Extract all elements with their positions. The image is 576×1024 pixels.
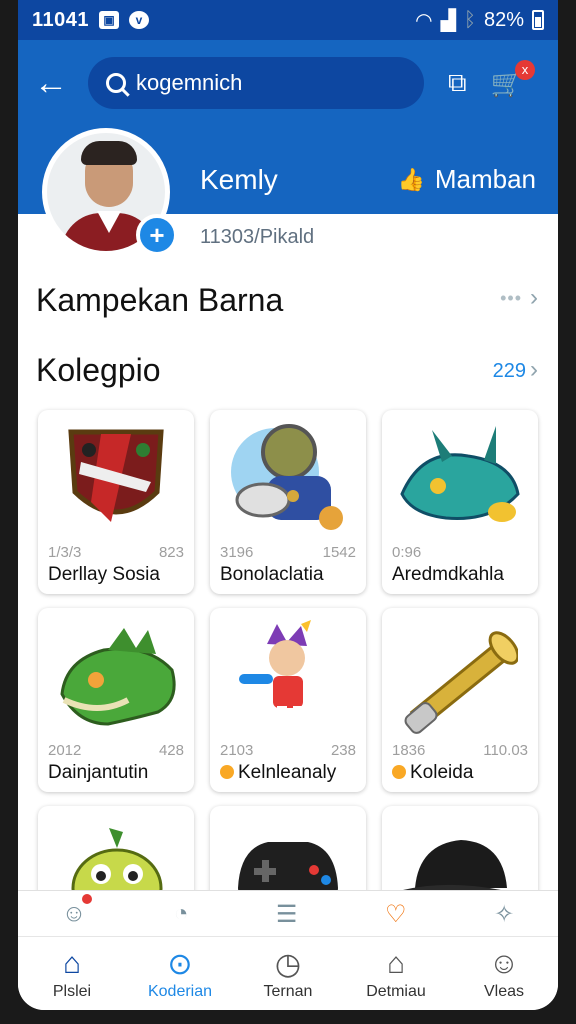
- card-image: [220, 420, 356, 540]
- card-title-row: Aredmdkahla: [392, 564, 504, 586]
- add-photo-button[interactable]: +: [136, 214, 178, 256]
- puzzle-icon[interactable]: ✧: [494, 900, 514, 929]
- card-title-row: Derllay Sosia: [48, 564, 160, 586]
- card-stat-left: 3196: [220, 544, 254, 561]
- card-stat-right: 238: [330, 742, 356, 759]
- card-stats: 2103 238: [220, 742, 356, 759]
- search-input[interactable]: kogemnich: [88, 57, 424, 109]
- card-stat-right: 110.03: [483, 742, 528, 759]
- battery-text: 82%: [483, 8, 524, 31]
- signal-icon: ▟: [440, 9, 456, 32]
- card-stats: 3196 1542: [220, 544, 356, 561]
- card-title-row: Bonolaclatia: [220, 564, 324, 586]
- nav-item-history[interactable]: ◷ Ternan: [238, 937, 338, 1010]
- status-time: 11041: [32, 8, 90, 31]
- card-stat-left: 2103: [220, 742, 254, 759]
- cart-badge: x: [514, 59, 535, 80]
- coin-icon: [392, 765, 406, 779]
- back-button[interactable]: ←: [34, 64, 70, 103]
- card-image: [48, 420, 184, 540]
- cart-button[interactable]: 🛒 x: [491, 59, 535, 99]
- card-stat-right: 823: [158, 544, 184, 561]
- thumbs-up-icon: 👍: [397, 166, 425, 192]
- location-icon[interactable]: ♡: [385, 900, 407, 929]
- scan-button[interactable]: ⧉: [448, 67, 467, 99]
- chevron-right-icon[interactable]: ›: [530, 284, 538, 312]
- collection-card[interactable]: 3196 1542 Bonolaclatia: [210, 410, 366, 594]
- wifi-icon: ◠: [415, 9, 433, 32]
- profile-name: Kemly: [200, 164, 278, 195]
- gallery-icon: ▣: [99, 11, 120, 29]
- collection-count: 229: [492, 360, 526, 382]
- emoji-icon[interactable]: ☺: [62, 894, 93, 928]
- card-stat-left: 1836: [392, 742, 426, 759]
- nav-label: Plslei: [52, 983, 92, 1000]
- card-image: [48, 618, 184, 738]
- home-icon: ⌂: [62, 947, 82, 980]
- more-icon: •••: [500, 288, 522, 308]
- card-stat-right: 1542: [322, 544, 356, 561]
- app-bar: ← kogemnich ⧉ 🛒 x: [18, 40, 558, 126]
- nav-item-home[interactable]: ⌂ Plslei: [22, 937, 122, 1010]
- nav-item-profile[interactable]: ☺ Vleas: [454, 937, 554, 1010]
- history-icon[interactable]: ◔: [174, 900, 189, 928]
- clock-icon: ◷: [274, 948, 302, 981]
- card-title-row: Dainjantutin: [48, 762, 148, 784]
- battery-icon: [532, 10, 544, 30]
- bluetooth-icon: ᛒ: [463, 8, 476, 31]
- search-icon: [106, 73, 126, 93]
- nav-label: Koderian: [147, 983, 213, 1000]
- secondary-toolbar: ☺ ◔ ☰ ♡ ✧: [18, 890, 558, 937]
- nav-label: Ternan: [263, 983, 313, 1000]
- phone-screen: 11041 ▣ v ◠ ▟ ᛒ 82% ← kogemnich ⧉ 🛒 x + K…: [18, 0, 558, 1010]
- card-title: Derllay Sosia: [48, 564, 160, 585]
- recent-section-title[interactable]: Kampekan Barna: [36, 282, 283, 319]
- card-stats: 1836 110.03: [392, 742, 528, 759]
- member-label: Mamban: [434, 164, 536, 194]
- collection-count-link[interactable]: 229 ›: [493, 356, 538, 384]
- card-image: [392, 618, 528, 738]
- collection-card[interactable]: 1836 110.03 Koleida: [382, 608, 538, 792]
- card-title: Bonolaclatia: [220, 564, 324, 585]
- card-stats: 0:96: [392, 544, 528, 561]
- card-title-row: Kelnleanaly: [220, 762, 336, 784]
- user-id: 11303/Pikald: [200, 226, 315, 248]
- collection-card[interactable]: 2103 238 Kelnleanaly: [210, 608, 366, 792]
- card-title: Kelnleanaly: [238, 762, 337, 783]
- bottom-nav: ⌂ Plslei ⊙ Koderian ◷ Ternan ⌂ Detmiau ☺…: [18, 936, 558, 1010]
- nav-label: Vleas: [483, 983, 525, 1000]
- member-button[interactable]: 👍 Mamban: [397, 164, 536, 195]
- card-title: Dainjantutin: [48, 762, 149, 783]
- collection-card[interactable]: 0:96 Aredmdkahla: [382, 410, 538, 594]
- collection-card[interactable]: 2012 428 Dainjantutin: [38, 608, 194, 792]
- profile-icon: ☺: [488, 947, 520, 980]
- card-image: [392, 420, 528, 540]
- collection-card[interactable]: 1/3/3 823 Derllay Sosia: [38, 410, 194, 594]
- collection-section-title: Kolegpio: [36, 352, 161, 388]
- card-stat-left: 2012: [48, 742, 82, 759]
- list-icon[interactable]: ☰: [276, 900, 298, 929]
- nav-item-notice[interactable]: ⌂ Detmiau: [346, 937, 446, 1010]
- chevron-right-icon: ›: [530, 356, 538, 383]
- card-stat-right: 428: [158, 742, 184, 759]
- search-icon: ⊙: [167, 948, 193, 981]
- notification-icon: v: [129, 11, 150, 29]
- notice-icon: ⌂: [386, 947, 406, 980]
- coin-icon: [220, 765, 234, 779]
- card-title: Koleida: [410, 762, 474, 783]
- status-bar: 11041 ▣ v ◠ ▟ ᛒ 82%: [18, 0, 558, 40]
- card-title-row: Koleida: [392, 762, 473, 784]
- nav-item-search[interactable]: ⊙ Koderian: [130, 937, 230, 1010]
- search-text: kogemnich: [136, 70, 243, 95]
- card-stats: 1/3/3 823: [48, 544, 184, 561]
- card-stat-left: 1/3/3: [48, 544, 82, 561]
- card-stats: 2012 428: [48, 742, 184, 759]
- status-right: ◠ ▟ ᛒ 82%: [415, 8, 544, 33]
- card-title: Aredmdkahla: [392, 564, 504, 585]
- card-image: [220, 618, 356, 738]
- nav-label: Detmiau: [366, 983, 426, 1000]
- card-stat-left: 0:96: [392, 544, 422, 561]
